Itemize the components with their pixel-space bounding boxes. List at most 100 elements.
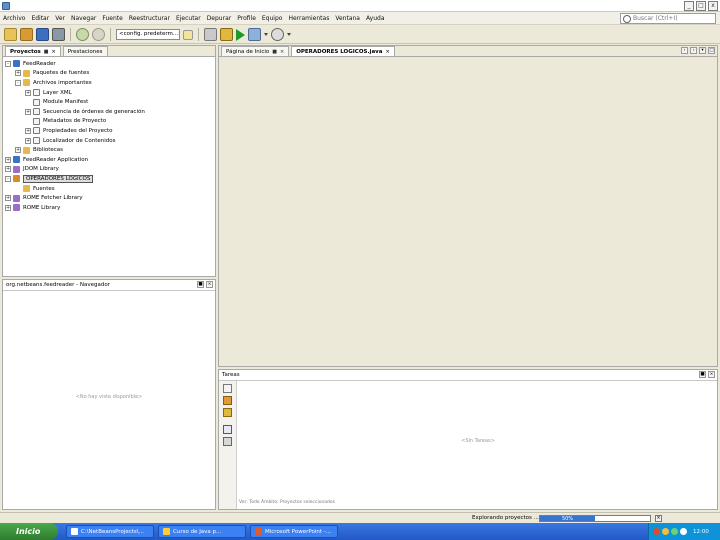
tree-item[interactable]: - OPERADORES LOGICOS <box>5 174 215 184</box>
tree-item[interactable]: Metadatos de Proyecto <box>5 117 215 127</box>
tray-icon[interactable] <box>671 528 678 535</box>
tree-item[interactable]: + FeedReader Application <box>5 155 215 165</box>
close-icon[interactable]: × <box>206 281 213 288</box>
tray-icon[interactable] <box>653 528 660 535</box>
tree-item-label: Layer XML <box>43 89 72 96</box>
run-icon[interactable] <box>236 28 245 41</box>
configuration-select[interactable]: <config. predeterm...> <box>116 29 180 40</box>
search-input[interactable] <box>633 15 713 22</box>
chevron-down-icon[interactable] <box>264 33 268 36</box>
taskbar-item-browser[interactable]: Curso de Java p... <box>158 525 246 538</box>
menu-2[interactable]: Ver <box>52 15 68 22</box>
debug-icon[interactable] <box>248 28 261 41</box>
close-icon[interactable]: ■ <box>44 49 49 55</box>
all-projects-filter-icon[interactable] <box>223 408 232 417</box>
tab-services[interactable]: Prestaciones <box>62 46 108 56</box>
collapse-icon[interactable]: - <box>5 175 11 182</box>
collapse-icon[interactable]: - <box>15 79 21 86</box>
close-icon[interactable]: × <box>52 49 56 55</box>
menu-6[interactable]: Ejecutar <box>173 15 204 22</box>
build-hammer-icon[interactable] <box>204 28 217 41</box>
expand-icon[interactable]: + <box>5 195 11 202</box>
expand-icon[interactable]: + <box>25 137 31 144</box>
proj-icon <box>13 60 20 68</box>
tree-item[interactable]: Fuentes <box>5 184 215 194</box>
tree-item-label: Bibliotecas <box>33 147 64 154</box>
tab-operadores-logicos[interactable]: OPERADORES LOGICOS.java × <box>291 46 395 56</box>
new-file-icon[interactable] <box>4 28 17 41</box>
menu-4[interactable]: Fuente <box>99 15 125 22</box>
tree-item[interactable]: Module Manifest <box>5 97 215 107</box>
tray-icon[interactable] <box>662 528 669 535</box>
redo-icon[interactable] <box>92 28 105 41</box>
menu-7[interactable]: Depurar <box>204 15 235 22</box>
expand-icon[interactable]: + <box>15 147 21 154</box>
minimize-button[interactable]: _ <box>684 0 694 11</box>
tree-item[interactable]: + Paquetes de fuentes <box>5 69 215 79</box>
expand-icon[interactable]: + <box>5 204 11 211</box>
tray-icon[interactable] <box>680 528 687 535</box>
tree-item[interactable]: + Layer XML <box>5 88 215 98</box>
tree-item[interactable]: + ROME Library <box>5 203 215 213</box>
clean-build-icon[interactable] <box>220 28 233 41</box>
expand-icon[interactable]: + <box>25 127 31 134</box>
menu-0[interactable]: Archivo <box>0 15 28 22</box>
menu-11[interactable]: Ventana <box>332 15 363 22</box>
undo-icon[interactable] <box>76 28 89 41</box>
close-icon[interactable]: × <box>280 49 284 55</box>
tab-projects[interactable]: Proyectos ■ × <box>5 46 61 56</box>
expand-icon[interactable]: + <box>5 166 11 173</box>
menu-8[interactable]: Profile <box>234 15 259 22</box>
group-icon[interactable] <box>223 437 232 446</box>
tree-item[interactable]: + Bibliotecas <box>5 145 215 155</box>
start-button[interactable]: Inicio <box>0 523 58 540</box>
expand-icon[interactable]: + <box>5 156 11 163</box>
scroll-left-icon[interactable]: ‹ <box>681 47 688 54</box>
clock: 12:00 <box>693 528 709 535</box>
current-file-filter-icon[interactable] <box>223 384 232 393</box>
tree-item[interactable]: - FeedReader <box>5 59 215 69</box>
filter-icon[interactable] <box>223 425 232 434</box>
expand-icon[interactable]: + <box>25 89 31 96</box>
new-project-icon[interactable] <box>20 28 33 41</box>
menu-1[interactable]: Editar <box>28 15 52 22</box>
tree-item[interactable]: - Archivos importantes <box>5 78 215 88</box>
scroll-right-icon[interactable]: › <box>690 47 697 54</box>
cancel-task-icon[interactable]: × <box>655 515 662 522</box>
expand-icon[interactable]: + <box>25 108 31 115</box>
document-list-icon[interactable]: ▾ <box>699 47 706 54</box>
minimize-panel-icon[interactable]: ■ <box>699 371 706 378</box>
menu-12[interactable]: Ayuda <box>363 15 388 22</box>
tree-item[interactable]: + Propiedades del Proyecto <box>5 126 215 136</box>
close-icon[interactable]: × <box>708 371 715 378</box>
close-window-button[interactable]: x <box>708 0 718 11</box>
menu-3[interactable]: Navegar <box>68 15 99 22</box>
open-project-icon[interactable] <box>36 28 49 41</box>
menu-5[interactable]: Reestructurar <box>126 15 173 22</box>
maximize-button[interactable]: □ <box>696 0 706 11</box>
search-box[interactable] <box>620 13 716 24</box>
maximize-editor-icon[interactable]: □ <box>708 47 715 54</box>
close-icon[interactable]: ■ <box>272 49 277 55</box>
tree-item-label: FeedReader <box>23 60 56 67</box>
collapse-icon[interactable]: - <box>5 60 11 67</box>
tree-item[interactable]: + Localizador de Contenidos <box>5 136 215 146</box>
tab-start-page[interactable]: Página de Inicio ■ × <box>221 46 290 56</box>
tree-item[interactable]: + ROME Fetcher Library <box>5 193 215 203</box>
menu-9[interactable]: Equipo <box>259 15 286 22</box>
minimize-panel-icon[interactable]: ■ <box>197 281 204 288</box>
close-icon[interactable]: × <box>385 49 389 55</box>
expand-icon[interactable]: + <box>15 70 21 77</box>
taskbar-item-netbeans[interactable]: C:\NetBeansProjects\... <box>66 525 154 538</box>
profile-icon[interactable] <box>271 28 284 41</box>
chevron-down-icon[interactable] <box>287 33 291 36</box>
tree-item[interactable]: + JDOM Library <box>5 165 215 175</box>
customize-config-icon[interactable] <box>183 29 193 40</box>
status-task-text: Explorando proyectos ... <box>472 515 539 521</box>
menu-10[interactable]: Herramientas <box>285 15 332 22</box>
project-filter-icon[interactable] <box>223 396 232 405</box>
save-all-icon[interactable] <box>52 28 65 41</box>
netbeans-app-icon <box>2 1 10 10</box>
taskbar-item-powerpoint[interactable]: Microsoft PowerPoint -... <box>250 525 338 538</box>
tree-item[interactable]: + Secuencia de órdenes de generación <box>5 107 215 117</box>
